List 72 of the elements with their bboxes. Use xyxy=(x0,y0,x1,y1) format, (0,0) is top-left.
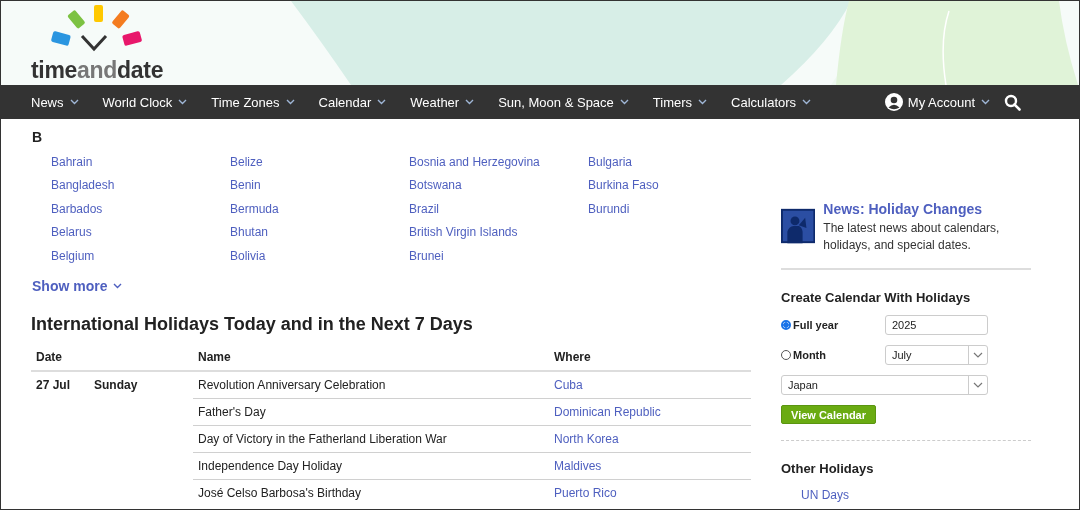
caret-icon xyxy=(113,283,123,290)
radio-button[interactable] xyxy=(781,320,791,330)
column-header: Where xyxy=(549,345,751,373)
account-icon[interactable] xyxy=(884,93,903,111)
caret-icon xyxy=(69,99,79,105)
country-link[interactable]: Puerto Rico xyxy=(549,480,751,507)
holiday-name-cell: Day of Victory in the Fatherland Liberation War xyxy=(193,426,549,454)
country-dropdown[interactable]: Japan xyxy=(781,375,988,395)
nav-menu-item[interactable]: News xyxy=(31,94,79,110)
country-link[interactable]: Burundi xyxy=(588,197,630,222)
year-input[interactable]: 2025 xyxy=(885,315,988,335)
country-link[interactable]: Benin xyxy=(230,174,261,198)
country-link[interactable]: Bosnia and Herzegovina xyxy=(409,151,540,175)
nav-menu-item[interactable]: Calculators xyxy=(731,94,812,110)
caret-icon xyxy=(377,99,387,105)
country-link[interactable]: Bolivia xyxy=(230,244,266,269)
search-icon[interactable] xyxy=(1004,93,1021,111)
section-heading: Other Holidays xyxy=(781,461,875,476)
news-description: The latest news about calendars, holidays, and special dates. xyxy=(823,220,1001,254)
caret-icon xyxy=(178,99,188,105)
caret-icon xyxy=(285,99,295,105)
logo-wordmark[interactable]: timeanddate xyxy=(31,57,164,84)
show-more-link[interactable]: Show more xyxy=(32,278,123,295)
radio-option[interactable]: Month xyxy=(781,349,826,361)
caret-icon xyxy=(619,99,629,105)
section-heading: International Holidays Today and in the Next 7 Days xyxy=(31,314,474,336)
holiday-link[interactable]: UN Days xyxy=(801,488,849,502)
caret-icon xyxy=(465,99,475,105)
radio-option[interactable]: Full year xyxy=(781,319,839,331)
holiday-name-cell: Father's Day xyxy=(193,399,549,427)
country-link[interactable]: Brunei xyxy=(409,244,444,269)
form-heading: Create Calendar With Holidays xyxy=(781,290,972,305)
nav-menu-item[interactable]: Weather xyxy=(410,94,475,110)
country-link[interactable]: Bhutan xyxy=(230,221,269,245)
nav-menu-item[interactable]: Timers xyxy=(652,94,708,110)
caret-icon xyxy=(698,99,708,105)
nav-menu-item[interactable]: Time Zones xyxy=(211,94,295,110)
country-link[interactable]: Bahrain xyxy=(51,151,93,175)
holiday-name-cell: Independence Day Holiday xyxy=(193,453,549,481)
country-link[interactable]: North Korea xyxy=(549,426,751,454)
country-link[interactable]: Burkina Faso xyxy=(588,174,659,198)
country-link[interactable]: Brazil xyxy=(409,197,439,222)
index-letter: B xyxy=(32,129,44,145)
country-link[interactable]: Belarus xyxy=(51,221,92,245)
country-link[interactable]: Bermuda xyxy=(230,197,279,222)
account-menu[interactable]: My Account xyxy=(907,94,990,110)
nav-menu-item[interactable]: Calendar xyxy=(318,94,387,110)
country-link[interactable]: Maldives xyxy=(549,453,751,481)
country-link[interactable]: Barbados xyxy=(51,197,103,222)
news-link[interactable]: News: Holiday Changes xyxy=(823,201,1031,217)
country-link[interactable]: British Virgin Islands xyxy=(409,221,518,245)
column-header: Name xyxy=(193,345,549,373)
date-cell-text: 27 Jul xyxy=(35,377,72,395)
holiday-name-cell-text: José Celso Barbosa's Birthday xyxy=(197,485,363,503)
caret-icon xyxy=(981,99,990,105)
country-link[interactable]: Belize xyxy=(230,151,263,175)
caret-icon xyxy=(802,99,812,105)
country-link[interactable]: Bulgaria xyxy=(588,151,633,175)
chevron-icon xyxy=(973,352,983,358)
country-link[interactable]: Botswana xyxy=(409,174,462,198)
country-link[interactable]: Dominican Republic xyxy=(549,399,751,427)
nav-menu-item[interactable]: Sun, Moon & Space xyxy=(498,94,629,110)
country-link[interactable]: Bangladesh xyxy=(51,174,115,198)
holiday-name-cell: Revolution Anniversary Celebration xyxy=(193,372,549,400)
nav-menu-item[interactable]: World Clock xyxy=(102,94,188,110)
weekday-cell-text: Sunday xyxy=(93,377,139,395)
month-dropdown[interactable]: July xyxy=(885,345,988,365)
country-link[interactable]: Belgium xyxy=(51,244,95,269)
column-header: Date xyxy=(31,345,193,373)
country-link[interactable]: Cuba xyxy=(549,372,751,400)
radio-button[interactable] xyxy=(781,350,791,360)
chevron-icon xyxy=(973,382,983,388)
